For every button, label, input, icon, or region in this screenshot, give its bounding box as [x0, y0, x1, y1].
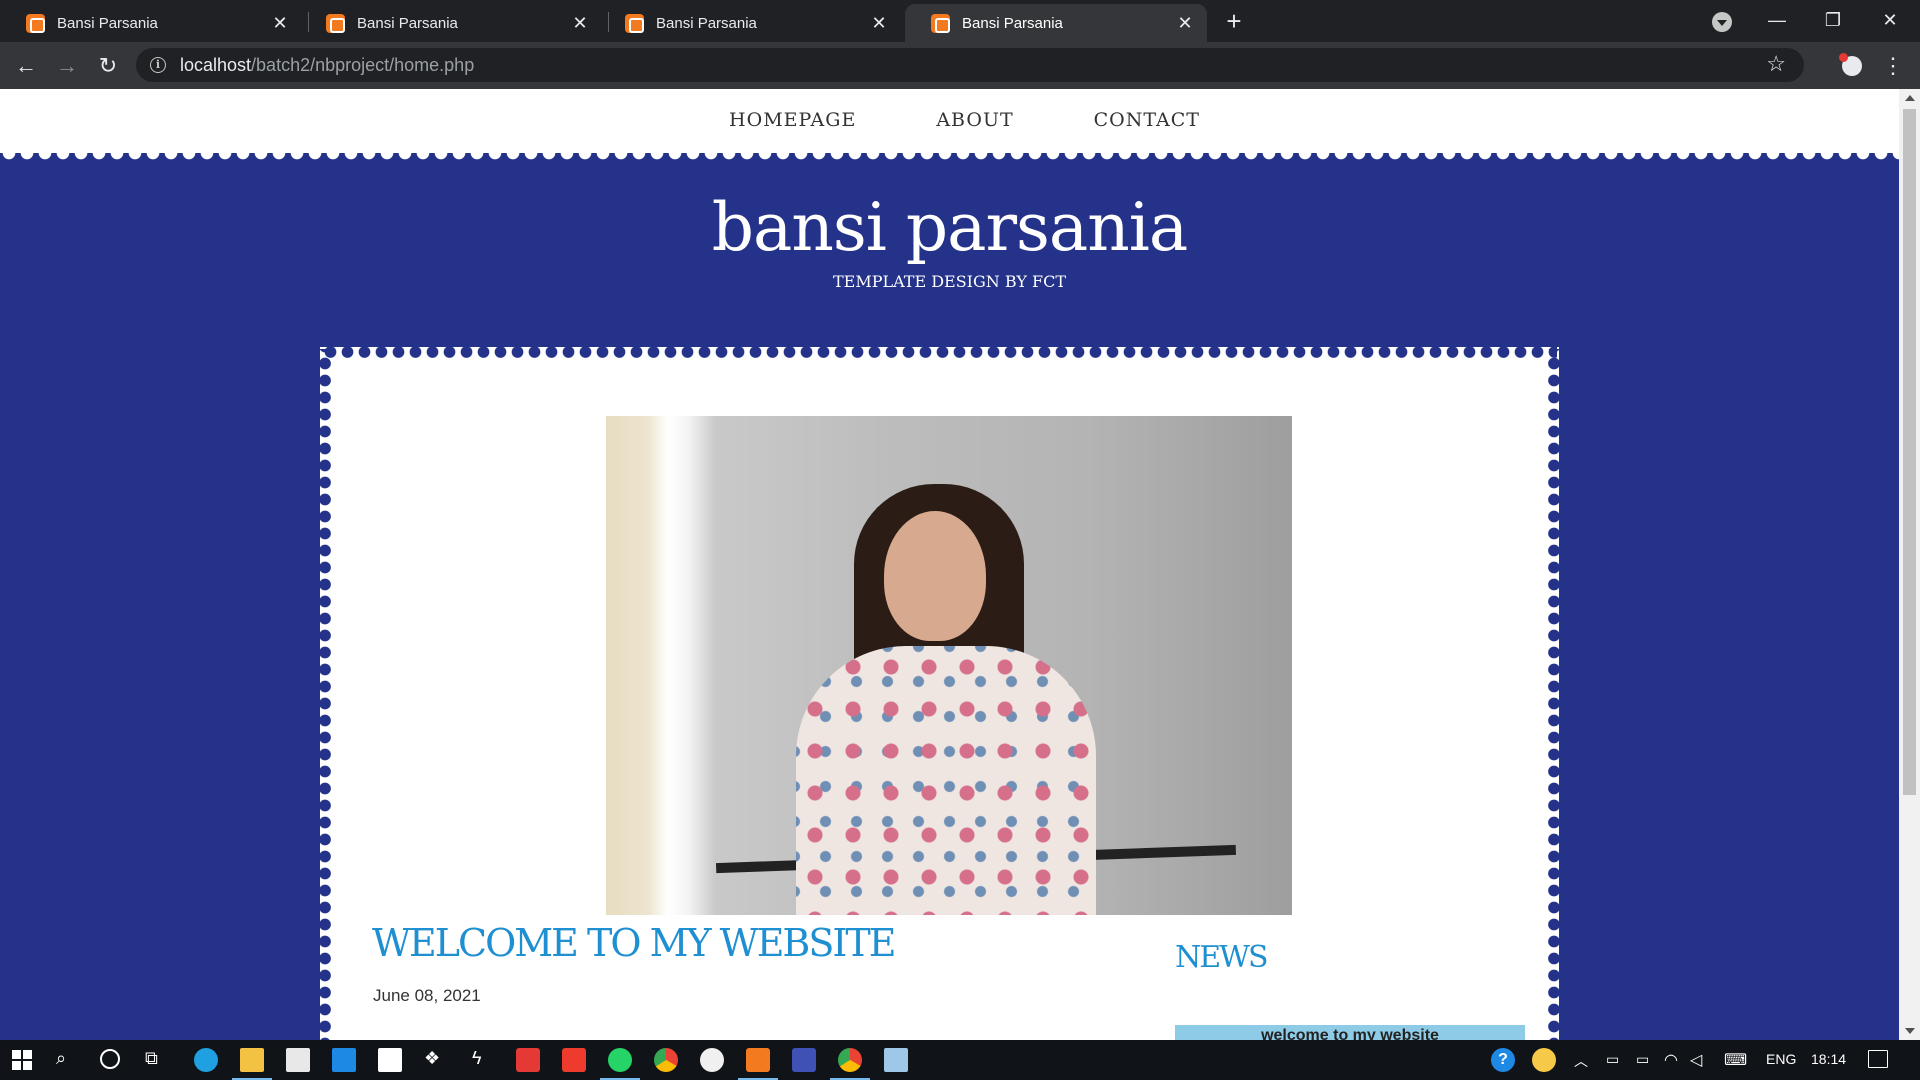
winamp-icon[interactable]: ϟ — [472, 1048, 482, 1069]
tab-title: Bansi Parsania — [357, 14, 458, 32]
url-host: localhost — [180, 54, 252, 75]
site-header: bansi parsania TEMPLATE DESIGN BY FCT — [0, 189, 1899, 291]
window-close-icon[interactable]: ✕ — [1862, 0, 1918, 42]
wifi-icon[interactable]: ◠ — [1664, 1050, 1678, 1070]
close-icon[interactable]: ✕ — [570, 13, 590, 34]
scroll-down-icon[interactable] — [1905, 1028, 1915, 1034]
forward-icon[interactable]: → — [51, 50, 83, 82]
xampp-icon[interactable] — [738, 1048, 778, 1080]
xampp-favicon — [326, 13, 345, 33]
nav-link-contact[interactable]: CONTACT — [1094, 109, 1200, 131]
tab-title: Bansi Parsania — [57, 14, 158, 32]
nav-scalloped-border — [0, 153, 1899, 167]
site-navigation: HOMEPAGE ABOUT CONTACT — [0, 89, 1899, 153]
site-info-icon[interactable]: i — [150, 57, 166, 73]
app-icon[interactable] — [792, 1048, 816, 1072]
battery-icon[interactable]: ▭ — [1636, 1051, 1649, 1068]
whatsapp-icon[interactable] — [600, 1048, 640, 1080]
help-icon[interactable]: ? — [1491, 1048, 1515, 1072]
reload-icon[interactable]: ↻ — [92, 50, 124, 82]
windows-taskbar: ⌕ ⧉ ❖ ϟ ? ︿ ▭ ▭ ◠ ◁ ⌨ ENG 18:14 — [0, 1040, 1920, 1080]
page-viewport: HOMEPAGE ABOUT CONTACT bansi parsania TE… — [0, 89, 1899, 1040]
amazon-icon[interactable] — [378, 1048, 402, 1072]
volume-icon[interactable]: ◁ — [1690, 1050, 1702, 1070]
windows-start-icon[interactable] — [12, 1050, 32, 1070]
close-icon[interactable]: ✕ — [270, 13, 290, 34]
news-heading: NEWS — [1175, 940, 1269, 975]
cortana-icon[interactable] — [100, 1049, 120, 1069]
edge-icon[interactable] — [194, 1048, 218, 1072]
tab-search-icon[interactable] — [1712, 12, 1732, 32]
gmail-icon[interactable] — [516, 1048, 540, 1072]
restore-icon[interactable]: ❐ — [1805, 0, 1861, 42]
bookmark-star-icon[interactable]: ☆ — [1766, 51, 1786, 77]
clock[interactable]: 18:14 — [1811, 1051, 1846, 1067]
close-icon[interactable]: ✕ — [1175, 13, 1195, 34]
nav-link-about[interactable]: ABOUT — [936, 109, 1013, 131]
show-hidden-icons-icon[interactable]: ︿ — [1574, 1051, 1588, 1071]
new-tab-icon[interactable]: + — [1222, 6, 1246, 36]
search-icon[interactable]: ⌕ — [56, 1048, 66, 1069]
post-date: June 08, 2021 — [373, 986, 481, 1005]
page-scrollbar[interactable] — [1899, 89, 1920, 1040]
xampp-favicon — [931, 13, 950, 33]
keyboard-icon[interactable]: ⌨ — [1724, 1050, 1747, 1070]
browser-tab[interactable]: Bansi Parsania ✕ — [300, 4, 602, 42]
language-indicator[interactable]: ENG — [1766, 1051, 1796, 1067]
card-dotted-border — [319, 349, 331, 1040]
task-view-icon[interactable]: ⧉ — [145, 1048, 158, 1069]
weather-icon[interactable] — [1532, 1048, 1556, 1072]
browser-tabstrip: Bansi Parsania ✕ Bansi Parsania ✕ Bansi … — [0, 0, 1920, 42]
back-icon[interactable]: ← — [10, 50, 42, 82]
browser-menu-icon[interactable]: ⋮ — [1882, 50, 1904, 82]
mail-icon[interactable] — [332, 1048, 356, 1072]
post-title: WELCOME TO MY WEBSITE — [372, 921, 896, 965]
tab-title: Bansi Parsania — [962, 14, 1063, 32]
anydesk-icon[interactable] — [562, 1048, 586, 1072]
extension-icon[interactable] — [1839, 53, 1862, 76]
store-icon[interactable] — [286, 1048, 310, 1072]
photo-floral-top — [796, 646, 1096, 915]
chrome-icon[interactable] — [830, 1048, 870, 1080]
tab-title: Bansi Parsania — [656, 14, 757, 32]
browser-tab-active[interactable]: Bansi Parsania ✕ — [905, 4, 1207, 42]
card-dotted-border — [1548, 349, 1560, 1040]
card-dotted-border — [322, 346, 1557, 358]
browser-tab[interactable]: Bansi Parsania ✕ — [599, 4, 901, 42]
nav-link-homepage[interactable]: HOMEPAGE — [729, 109, 856, 131]
browser-tab[interactable]: Bansi Parsania ✕ — [0, 4, 302, 42]
scroll-thumb[interactable] — [1903, 109, 1916, 795]
news-item[interactable]: welcome to my website — [1175, 1025, 1525, 1040]
close-icon[interactable]: ✕ — [869, 13, 889, 34]
notepad-icon[interactable] — [884, 1048, 908, 1072]
address-bar[interactable]: i localhost /batch2/nbproject/home.php ☆ — [136, 48, 1804, 82]
url-path: /batch2/nbproject/home.php — [251, 54, 475, 75]
xampp-favicon — [26, 13, 45, 33]
github-icon[interactable] — [700, 1048, 724, 1072]
site-tagline: TEMPLATE DESIGN BY FCT — [832, 272, 1067, 291]
file-explorer-icon[interactable] — [232, 1048, 272, 1080]
scroll-up-icon[interactable] — [1905, 95, 1915, 101]
meet-now-icon[interactable]: ▭ — [1606, 1051, 1619, 1068]
chrome-icon[interactable] — [654, 1048, 678, 1072]
minimize-icon[interactable]: — — [1749, 0, 1805, 42]
xampp-favicon — [625, 13, 644, 33]
photo-face — [884, 511, 986, 641]
browser-toolbar: ← → ↻ i localhost /batch2/nbproject/home… — [0, 42, 1920, 89]
dropbox-icon[interactable]: ❖ — [424, 1048, 440, 1069]
notification-icon[interactable] — [1868, 1050, 1888, 1068]
site-title: bansi parsania — [711, 189, 1188, 266]
content-card: WELCOME TO MY WEBSITE June 08, 2021 NEWS… — [319, 346, 1560, 1040]
profile-photo — [606, 416, 1292, 915]
